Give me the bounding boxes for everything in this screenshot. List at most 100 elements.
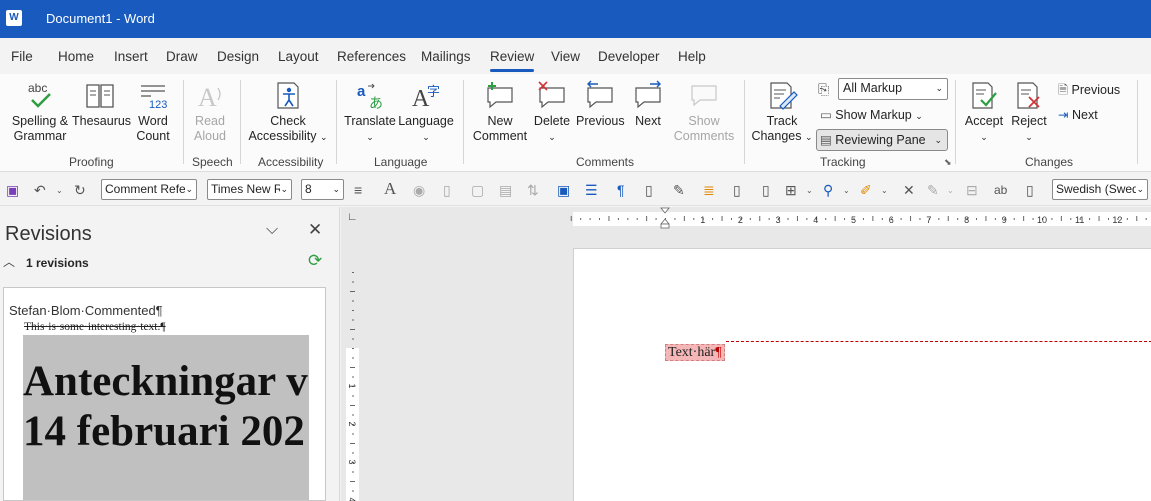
chevron-down-icon[interactable]: ⌄ [843, 186, 850, 195]
ruler-tick [749, 218, 751, 220]
document-area: ∟ 1 2 3 4 5 6 7 8 9 10 11 12 1234 Text·här¶ [341, 207, 1151, 501]
table-icon[interactable]: ⊞ [785, 182, 797, 199]
spellcheck-icon[interactable]: ab [994, 183, 1007, 197]
previous-comment-button[interactable]: Previous [576, 80, 625, 129]
document-icon[interactable]: ▯ [443, 182, 451, 199]
ruler-tick [350, 291, 355, 292]
tab-layout[interactable]: Layout [278, 49, 319, 64]
tab-insert[interactable]: Insert [114, 49, 148, 64]
tab-design[interactable]: Design [217, 49, 259, 64]
hyperlink-icon[interactable]: ⚲ [823, 182, 833, 199]
delete-comment-button[interactable]: Delete ⌄ [530, 80, 574, 145]
new-comment-button[interactable]: New Comment [470, 80, 530, 144]
vertical-ruler[interactable]: 1 2 3 4 [341, 229, 364, 501]
close-icon[interactable]: ✕ [308, 220, 322, 240]
highlighter-icon[interactable]: ✐ [860, 182, 872, 199]
check-accessibility-button[interactable]: Check Accessibility ⌄ [246, 80, 330, 145]
ruler-tick [352, 319, 354, 321]
chevron-down-icon[interactable]: ⌄ [56, 186, 63, 195]
translate-button[interactable]: a あ Translate ⌄ [343, 80, 397, 145]
tab-file[interactable]: File [11, 49, 33, 64]
ink-icon[interactable]: ✎ [927, 182, 939, 199]
reject-button[interactable]: Reject ⌄ [1009, 80, 1049, 145]
page-icon[interactable]: ▯ [645, 182, 653, 199]
redo-icon[interactable]: ↻ [74, 182, 86, 199]
shading-icon[interactable]: ◉ [413, 182, 425, 199]
tab-selector-icon[interactable]: ∟ [347, 211, 358, 223]
font-color-icon[interactable]: A [384, 179, 396, 199]
chevron-down-icon[interactable]: ⌵ [266, 221, 278, 239]
previous-change-button[interactable]: 🗎 Previous [1058, 81, 1120, 102]
thesaurus-button[interactable]: Thesaurus [72, 80, 131, 129]
dialog-launcher-icon[interactable]: ⬊ [944, 157, 952, 168]
language-button[interactable]: A 字 Language ⌄ [398, 80, 454, 145]
show-markup-button[interactable]: ▭ Show Markup ⌄ [820, 107, 923, 122]
check-label: Check [270, 114, 306, 128]
text-box-icon[interactable]: ▢ [471, 182, 484, 199]
chevron-down-icon: ⌄ [1136, 180, 1144, 199]
chevron-down-icon: ⌄ [332, 180, 340, 199]
document-page[interactable]: Text·här¶ [573, 248, 1151, 501]
next-change-button[interactable]: ⇥ Next [1058, 107, 1098, 122]
language-group-label: Language [374, 155, 428, 169]
columns-icon[interactable]: ▯ [762, 182, 770, 199]
revisions-pane-title: Revisions [5, 223, 92, 245]
clear-icon[interactable]: ✕ [903, 182, 915, 199]
show-formatting-icon[interactable]: ¶ [617, 182, 625, 198]
ribbon: abc Spelling & Grammar Thesaurus 123 Wor… [0, 74, 1151, 172]
tab-home[interactable]: Home [58, 49, 94, 64]
next-label: Next [635, 114, 661, 128]
tab-mailings[interactable]: Mailings [421, 49, 471, 64]
signature-icon[interactable]: ✎ [673, 182, 685, 199]
language-dropdown[interactable]: Swedish (Swed ⌄ [1052, 179, 1148, 200]
tab-draw[interactable]: Draw [166, 49, 198, 64]
horizontal-ruler[interactable]: 1 2 3 4 5 6 7 8 9 10 11 12 [364, 207, 1151, 229]
document-properties-icon[interactable]: ▯ [733, 182, 741, 199]
ruler-tick [350, 329, 355, 330]
commented-text[interactable]: Text·här¶ [665, 344, 725, 361]
compare-icon[interactable]: ⊟ [966, 182, 978, 199]
ruler-tick [352, 348, 354, 349]
reviewing-pane-button[interactable]: ▤ Reviewing Pane ⌄ [816, 129, 948, 151]
tab-review[interactable]: Review [490, 49, 535, 72]
show-comments-button[interactable]: Show Comments [672, 80, 736, 144]
spelling-grammar-button[interactable]: abc Spelling & Grammar [8, 80, 72, 144]
form-field-icon[interactable]: ▯ [1026, 182, 1034, 199]
style-dropdown[interactable]: Comment Refe ⌄ [101, 179, 197, 200]
tab-references[interactable]: References [337, 49, 406, 64]
chevron-down-icon[interactable]: ⌄ [881, 186, 888, 195]
spelling-check-icon: abc [28, 81, 51, 108]
chevron-down-icon[interactable]: ⌄ [806, 186, 813, 195]
read-aloud-button[interactable]: A Read Aloud [188, 80, 232, 144]
chevron-down-icon[interactable]: ⌄ [947, 186, 954, 195]
highlight-icon[interactable]: ≣ [703, 182, 715, 199]
ruler-label: 3 [776, 215, 781, 225]
word-count-button[interactable]: 123 Word Count [132, 80, 174, 144]
font-size-dropdown[interactable]: 8 ⌄ [301, 179, 344, 200]
ruler-tick [1107, 218, 1109, 220]
quick-parts-icon[interactable]: ▤ [499, 182, 512, 199]
save-icon[interactable]: ▣ [6, 182, 19, 199]
revision-card[interactable]: Stefan·Blom·Commented¶ This·is·some·inte… [3, 287, 326, 501]
word-count-label: Word [138, 114, 168, 128]
group-divider [183, 80, 184, 164]
tab-view[interactable]: View [551, 49, 580, 64]
refresh-icon[interactable]: ⟳ [308, 251, 322, 271]
tab-help[interactable]: Help [678, 49, 706, 64]
next-comment-button[interactable]: Next [628, 80, 668, 129]
bullets-icon[interactable]: ☰ [585, 182, 598, 199]
line-spacing-icon[interactable]: ≡ [354, 182, 362, 198]
sort-icon[interactable]: ⇅ [527, 182, 539, 199]
next-comment-icon [635, 80, 661, 109]
undo-icon[interactable]: ↶ [34, 182, 46, 199]
markup-dropdown[interactable]: All Markup ⌄ [838, 78, 948, 100]
reviewing-pane-icon: ▤ [820, 133, 832, 147]
accept-button[interactable]: Accept ⌄ [962, 80, 1006, 145]
comment-label: Comment [472, 129, 528, 143]
track-changes-button[interactable]: Track Changes ⌄ [750, 80, 814, 145]
insert-field-icon[interactable]: ▣ [557, 182, 570, 199]
font-dropdown[interactable]: Times New R ⌄ [207, 179, 292, 200]
ruler-tick [599, 218, 601, 220]
tab-developer[interactable]: Developer [598, 49, 660, 64]
collapse-icon[interactable]: ︿ [3, 253, 15, 270]
